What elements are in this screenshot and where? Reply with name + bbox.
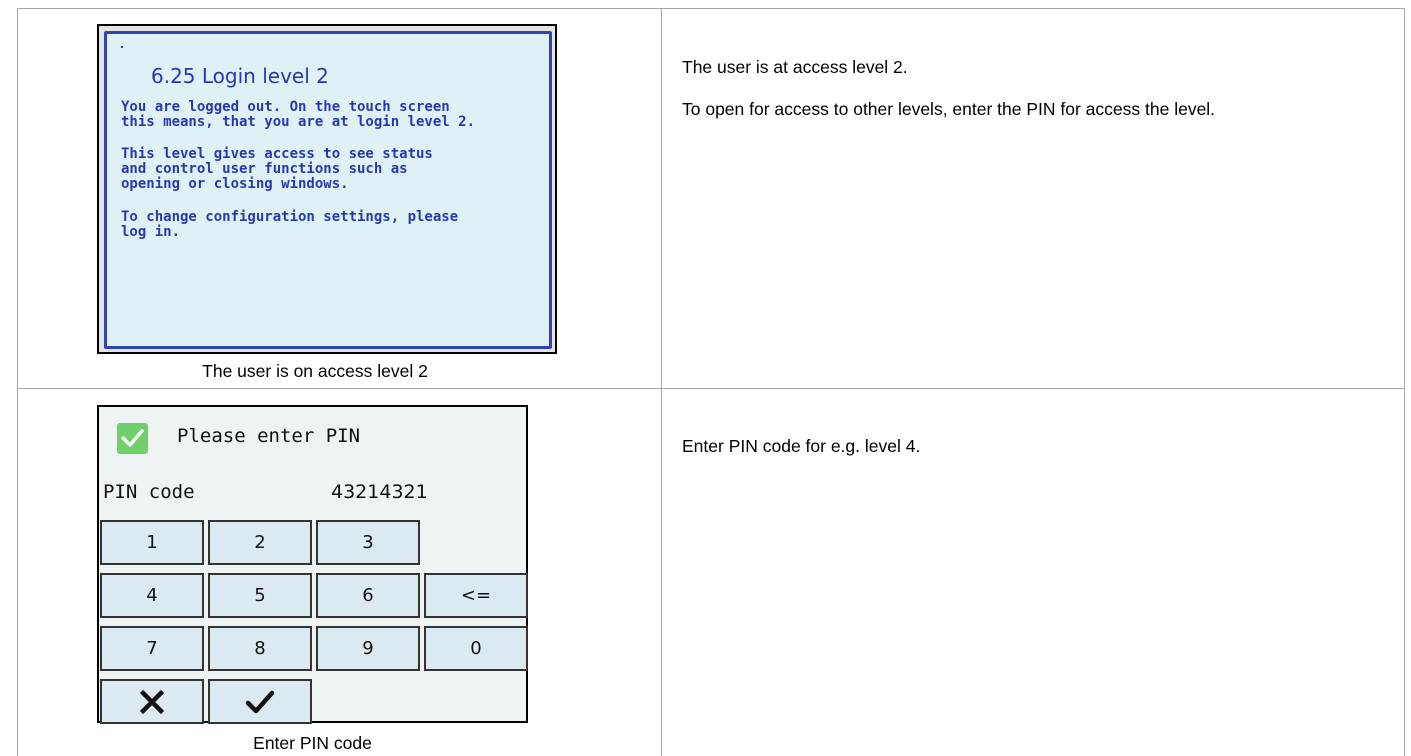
screen-paragraph-access: This level gives access to see status an… — [121, 146, 433, 192]
pin-dialog-title: Please enter PIN — [177, 425, 361, 447]
cancel-button[interactable] — [100, 679, 204, 724]
screen-dot — [121, 46, 123, 48]
key-5[interactable]: 5 — [208, 573, 312, 618]
key-3[interactable]: 3 — [316, 520, 420, 565]
key-4[interactable]: 4 — [100, 573, 204, 618]
key-6[interactable]: 6 — [316, 573, 420, 618]
table-border-top — [17, 8, 1404, 9]
table-row-divider — [17, 388, 1404, 389]
login-level-screen: 6.25 Login level 2 You are logged out. O… — [104, 31, 552, 349]
key-7[interactable]: 7 — [100, 626, 204, 671]
table-border-left — [17, 8, 18, 756]
pin-code-label: PIN code — [103, 481, 195, 503]
description-access-level: The user is at access level 2. — [682, 57, 908, 77]
close-icon — [140, 689, 164, 714]
screen-paragraph-configuration: To change configuration settings, please… — [121, 209, 459, 240]
figure-caption-enter-pin: Enter PIN code — [253, 733, 372, 753]
login-level-screenshot: 6.25 Login level 2 You are logged out. O… — [97, 24, 557, 354]
pin-code-value[interactable]: 43214321 — [331, 481, 428, 503]
key-8[interactable]: 8 — [208, 626, 312, 671]
checkmark-icon — [245, 690, 275, 713]
description-enter-pin: Enter PIN code for e.g. level 4. — [682, 436, 921, 456]
pin-entry-screen: Please enter PIN PIN code 43214321 1 2 3… — [97, 405, 528, 724]
screen-paragraph-logged-out: You are logged out. On the touch screen … — [121, 99, 476, 130]
description-open-access: To open for access to other levels, ente… — [682, 99, 1216, 119]
backspace-key[interactable]: <= — [424, 573, 528, 618]
figure-caption-access-level: The user is on access level 2 — [202, 361, 428, 381]
key-1[interactable]: 1 — [100, 520, 204, 565]
screen-title: 6.25 Login level 2 — [151, 64, 329, 88]
checkmark-badge-icon — [117, 423, 148, 454]
key-9[interactable]: 9 — [316, 626, 420, 671]
table-column-divider — [661, 8, 662, 756]
key-0[interactable]: 0 — [424, 626, 528, 671]
table-border-right — [1404, 8, 1405, 756]
confirm-button[interactable] — [208, 679, 312, 724]
key-2[interactable]: 2 — [208, 520, 312, 565]
